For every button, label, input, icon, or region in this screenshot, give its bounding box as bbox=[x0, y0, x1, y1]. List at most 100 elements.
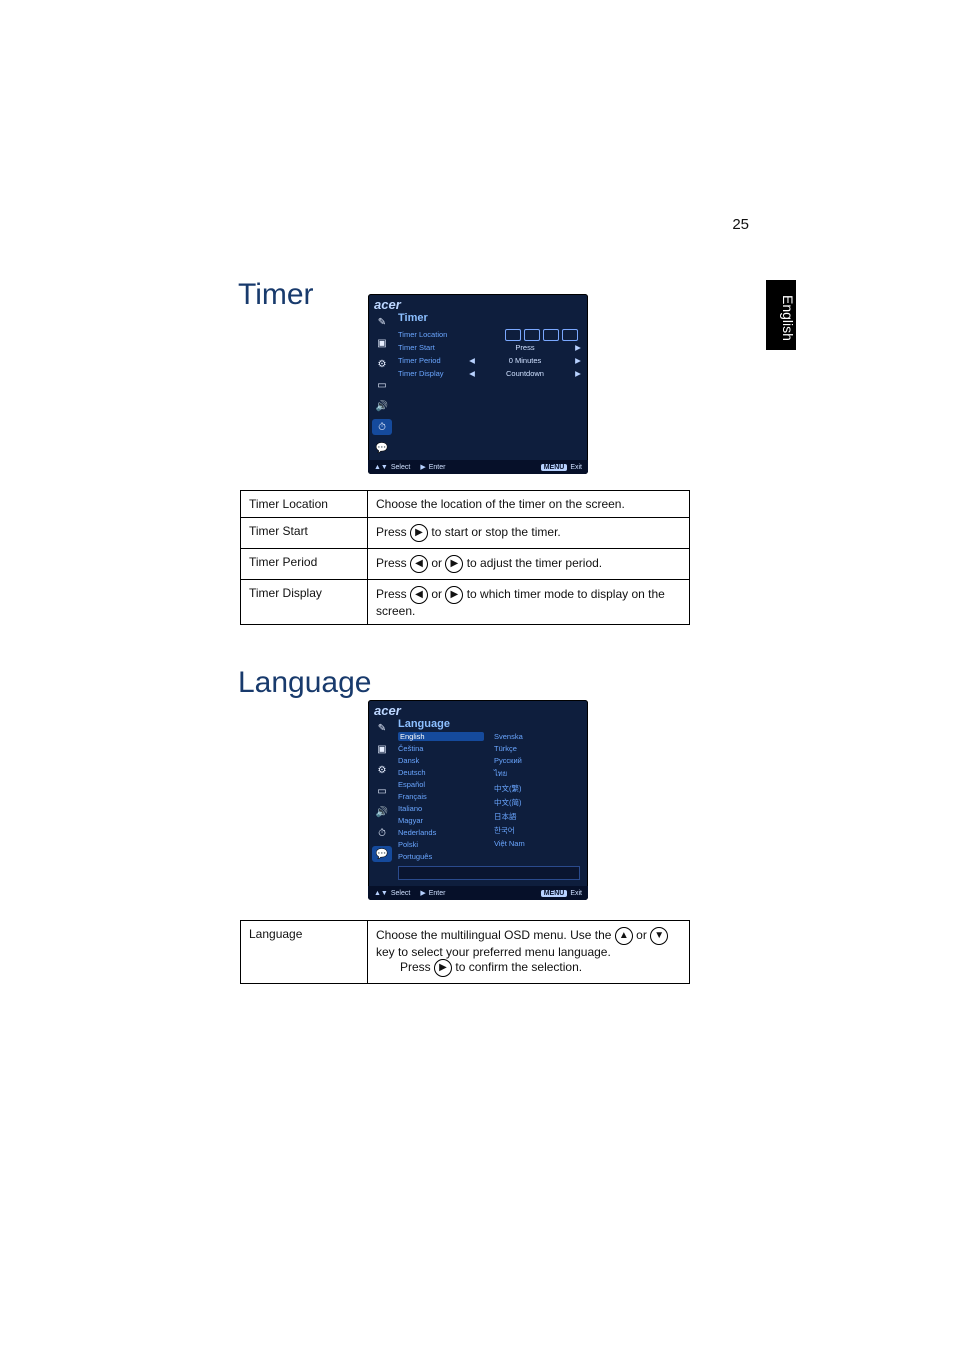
updown-icon: ▲▼ bbox=[374, 890, 388, 897]
timer-display-desc: Press ◀ or ▶ to which timer mode to disp… bbox=[368, 580, 690, 625]
timer-display-label: Timer Display bbox=[241, 580, 368, 625]
footer-enter: Enter bbox=[429, 464, 446, 471]
footer-select: Select bbox=[391, 464, 410, 471]
language-description-table: Language Choose the multilingual OSD men… bbox=[240, 920, 690, 984]
lang-option: Polski bbox=[398, 840, 484, 849]
lang-option: 日本語 bbox=[494, 811, 580, 822]
osd-panel-timer: acer ✎ ▣ ⚙ ▭ 🔊 ⏱ 💬 Timer Timer Location … bbox=[368, 294, 588, 474]
osd-row-label: Timer Start bbox=[398, 343, 468, 352]
lang-option: English bbox=[398, 732, 484, 741]
lang-option: Español bbox=[398, 780, 484, 789]
osd-row-label: Timer Period bbox=[398, 356, 468, 365]
audio-icon: 🔊 bbox=[372, 804, 392, 820]
management-icon: ▭ bbox=[372, 377, 392, 393]
timer-icon: ⏱ bbox=[372, 419, 392, 435]
right-icon: ▶ bbox=[420, 463, 425, 471]
osd-footer: ▲▼Select ▶Enter MENUExit bbox=[368, 886, 588, 900]
image-icon: ▣ bbox=[372, 335, 392, 351]
page-number: 25 bbox=[732, 216, 749, 233]
right-key-icon: ▶ bbox=[410, 524, 428, 542]
right-key-icon: ▶ bbox=[434, 959, 452, 977]
lang-option: Magyar bbox=[398, 816, 484, 825]
arrow-left-icon: ◀ bbox=[468, 356, 476, 365]
osd-brand: acer bbox=[374, 703, 401, 718]
timer-location-desc: Choose the location of the timer on the … bbox=[368, 491, 690, 518]
footer-exit: Exit bbox=[570, 464, 582, 471]
right-key-icon: ▶ bbox=[445, 555, 463, 573]
osd-footer: ▲▼Select ▶ Enter MENUExit bbox=[368, 460, 588, 474]
menu-badge: MENU bbox=[541, 464, 568, 471]
lang-col-1: English Čeština Dansk Deutsch Español Fr… bbox=[398, 732, 484, 861]
language-label: Language bbox=[241, 921, 368, 984]
footer-exit: Exit bbox=[570, 890, 582, 897]
table-row: Timer Location Choose the location of th… bbox=[241, 491, 690, 518]
arrow-right-icon: ▶ bbox=[574, 343, 582, 352]
arrow-left-icon: ◀ bbox=[468, 369, 476, 378]
settings-icon: ⚙ bbox=[372, 762, 392, 778]
timer-period-desc: Press ◀ or ▶ to adjust the timer period. bbox=[368, 549, 690, 580]
lang-col-2: Svenska Türkçe Русский ไทย 中文(繁) 中文(简) 日… bbox=[494, 732, 580, 861]
lang-option: Türkçe bbox=[494, 744, 580, 753]
osd-brand: acer bbox=[374, 297, 401, 312]
timer-period-label: Timer Period bbox=[241, 549, 368, 580]
lang-option: Deutsch bbox=[398, 768, 484, 777]
lang-option: Italiano bbox=[398, 804, 484, 813]
osd-row-timer-display: Timer Display ◀ Countdown ▶ bbox=[398, 367, 582, 380]
arrow-right-icon: ▶ bbox=[574, 356, 582, 365]
footer-select: Select bbox=[391, 890, 410, 897]
right-key-icon: ▶ bbox=[445, 586, 463, 604]
footer-enter: Enter bbox=[429, 890, 446, 897]
down-key-icon: ▼ bbox=[650, 927, 668, 945]
osd-title: Timer bbox=[398, 312, 428, 324]
updown-icon: ▲▼ bbox=[374, 464, 388, 471]
osd-language-input bbox=[398, 866, 580, 880]
management-icon: ▭ bbox=[372, 783, 392, 799]
osd-row-timer-period: Timer Period ◀ 0 Minutes ▶ bbox=[398, 354, 582, 367]
lang-option: Việt Nam bbox=[494, 839, 580, 848]
color-icon: ✎ bbox=[372, 720, 392, 736]
osd-title: Language bbox=[398, 718, 450, 730]
arrow-right-icon: ▶ bbox=[574, 369, 582, 378]
table-row: Timer Display Press ◀ or ▶ to which time… bbox=[241, 580, 690, 625]
timer-description-table: Timer Location Choose the location of th… bbox=[240, 490, 690, 625]
timer-location-label: Timer Location bbox=[241, 491, 368, 518]
osd-row-timer-location: Timer Location bbox=[398, 328, 582, 341]
lang-option: ไทย bbox=[494, 768, 580, 780]
timer-start-desc: Press ▶ to start or stop the timer. bbox=[368, 518, 690, 549]
language-icon: 💬 bbox=[372, 440, 392, 456]
lang-option: Русский bbox=[494, 756, 580, 765]
osd-panel-language: acer ✎ ▣ ⚙ ▭ 🔊 ⏱ 💬 Language English Češt… bbox=[368, 700, 588, 900]
language-tab: English bbox=[766, 280, 796, 350]
lang-option: Čeština bbox=[398, 744, 484, 753]
timer-icon: ⏱ bbox=[372, 825, 392, 841]
lang-option: 中文(繁) bbox=[494, 783, 580, 794]
up-key-icon: ▲ bbox=[615, 927, 633, 945]
language-desc: Choose the multilingual OSD menu. Use th… bbox=[368, 921, 690, 984]
lang-option: Nederlands bbox=[398, 828, 484, 837]
lang-option: Português bbox=[398, 852, 484, 861]
right-icon: ▶ bbox=[420, 889, 425, 897]
osd-row-timer-start: Timer Start Press ▶ bbox=[398, 341, 582, 354]
settings-icon: ⚙ bbox=[372, 356, 392, 372]
color-icon: ✎ bbox=[372, 314, 392, 330]
osd-sidebar: ✎ ▣ ⚙ ▭ 🔊 ⏱ 💬 bbox=[372, 314, 396, 461]
timer-start-label: Timer Start bbox=[241, 518, 368, 549]
osd-row-label: Timer Location bbox=[398, 330, 468, 339]
section-heading-language: Language bbox=[238, 666, 371, 700]
osd-row-value: Countdown bbox=[476, 369, 574, 378]
lang-option: Dansk bbox=[398, 756, 484, 765]
left-key-icon: ◀ bbox=[410, 555, 428, 573]
table-row: Timer Period Press ◀ or ▶ to adjust the … bbox=[241, 549, 690, 580]
table-row: Timer Start Press ▶ to start or stop the… bbox=[241, 518, 690, 549]
osd-sidebar: ✎ ▣ ⚙ ▭ 🔊 ⏱ 💬 bbox=[372, 720, 396, 867]
image-icon: ▣ bbox=[372, 741, 392, 757]
osd-row-value: Press bbox=[476, 343, 574, 352]
osd-row-value: 0 Minutes bbox=[476, 356, 574, 365]
osd-language-columns: English Čeština Dansk Deutsch Español Fr… bbox=[398, 732, 580, 861]
lang-option: 한국어 bbox=[494, 825, 580, 836]
table-row: Language Choose the multilingual OSD men… bbox=[241, 921, 690, 984]
lang-option: Svenska bbox=[494, 732, 580, 741]
lang-option: 中文(简) bbox=[494, 797, 580, 808]
left-key-icon: ◀ bbox=[410, 586, 428, 604]
lang-option: Français bbox=[398, 792, 484, 801]
